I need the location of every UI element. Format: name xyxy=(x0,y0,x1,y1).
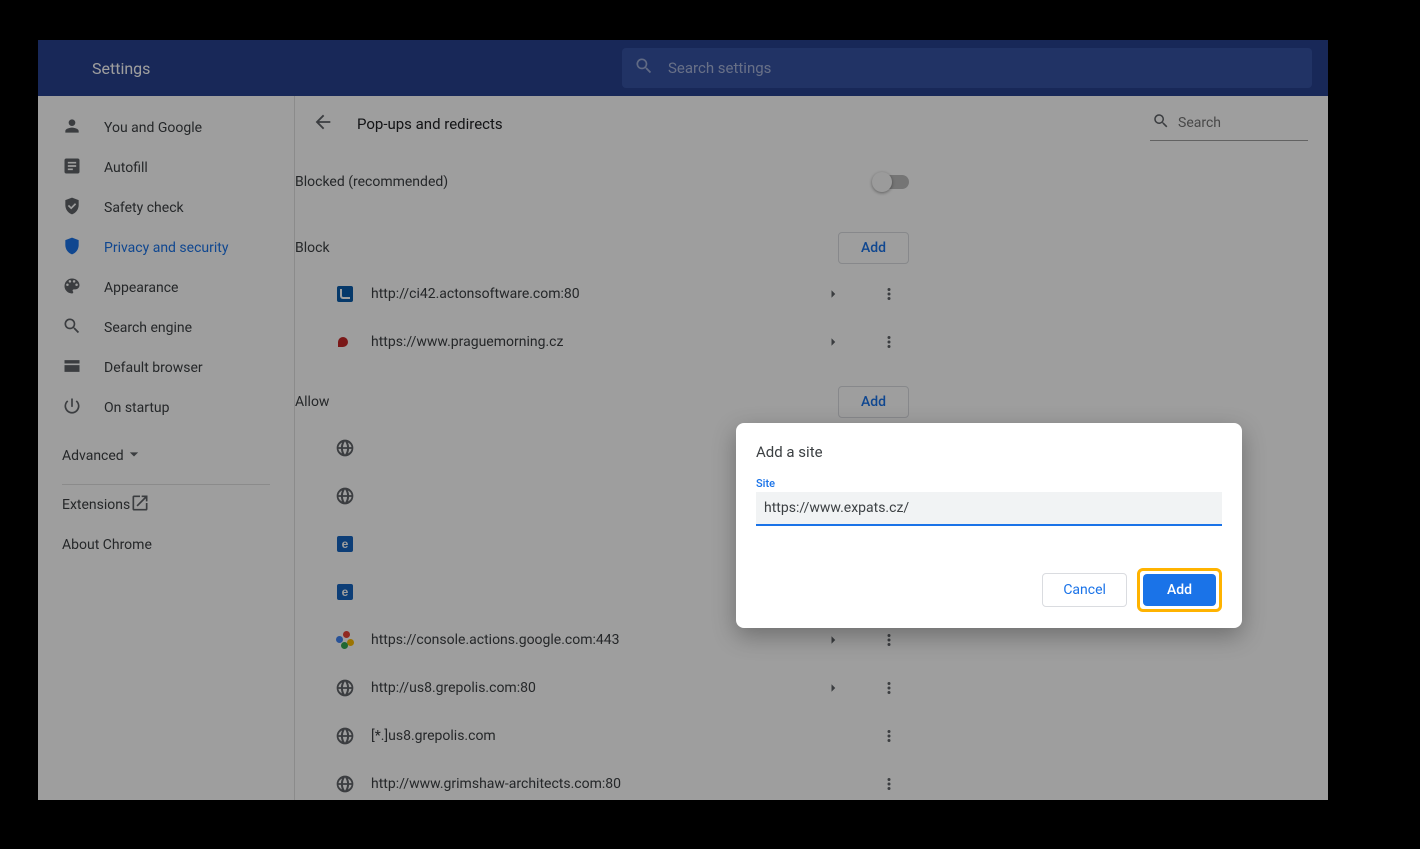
site-field-label: Site xyxy=(756,477,1222,490)
settings-window: Settings You and Google Autofill Safety … xyxy=(38,40,1328,800)
dialog-scrim[interactable] xyxy=(38,40,1328,800)
dialog-cancel-button[interactable]: Cancel xyxy=(1042,573,1127,607)
dialog-add-button[interactable]: Add xyxy=(1143,574,1216,606)
add-site-dialog: Add a site Site Cancel Add xyxy=(736,423,1242,628)
dialog-title: Add a site xyxy=(756,443,1222,461)
site-url-input[interactable] xyxy=(756,492,1222,526)
dialog-add-highlight: Add xyxy=(1137,568,1222,612)
